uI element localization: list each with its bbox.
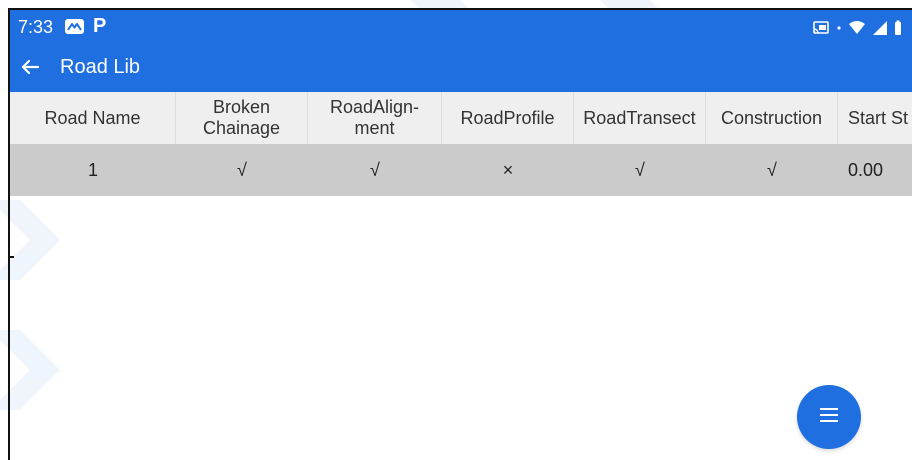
menu-icon [818,407,840,428]
cell-road-profile: × [502,159,514,180]
page-title: Road Lib [60,56,141,78]
status-time: 7:33 [18,17,54,37]
column-header-road-transect[interactable]: RoadTransect [574,92,706,144]
p-icon: P [93,15,107,37]
status-icons [812,19,902,37]
table-header-row: Road Name Broken Chainage RoadAlign-ment … [10,92,912,144]
mail-icon [65,19,84,34]
cell-road-name: 1 [87,159,98,180]
back-button[interactable] [16,55,44,83]
app-bar: Road Lib [10,46,912,92]
column-header-road-alignment[interactable]: RoadAlign-ment [308,92,442,144]
cell-road-alignment: √ [370,159,380,180]
header-label: Broken Chainage [202,97,281,138]
wifi-icon [848,20,866,36]
column-header-road-profile[interactable]: RoadProfile [442,92,574,144]
cell-start: 0.00 [848,159,884,180]
column-header-start[interactable]: Start St [838,92,912,144]
header-label: Road Name [44,107,141,128]
cell-broken-chainage: √ [237,159,247,180]
column-header-broken-chainage[interactable]: Broken Chainage [176,92,308,144]
road-table: Road Name Broken Chainage RoadAlign-ment … [10,92,912,196]
battery-icon [894,20,902,36]
header-label: RoadTransect [583,107,696,128]
frame-tick-mark [10,256,14,258]
header-label: RoadProfile [460,107,555,128]
header-label: Construction [720,107,823,128]
status-bar: 7:33 P [10,10,912,46]
column-header-road-name[interactable]: Road Name [10,92,176,144]
header-label: Start St [848,107,909,128]
signal-icon [872,20,888,36]
column-header-construction[interactable]: Construction [706,92,838,144]
table-row[interactable]: 1 √ √ × √ √ 0.00 [10,144,912,196]
menu-fab-button[interactable] [797,385,861,449]
arrow-back-icon [20,57,40,82]
cell-road-transect: √ [635,159,645,180]
cast-icon [812,20,830,36]
header-label: RoadAlign-ment [329,97,420,138]
dot-icon [836,20,842,36]
device-screen: 7:33 P Road Lib Road Name Broken Chainag… [8,8,912,460]
cell-construction: √ [767,159,777,180]
